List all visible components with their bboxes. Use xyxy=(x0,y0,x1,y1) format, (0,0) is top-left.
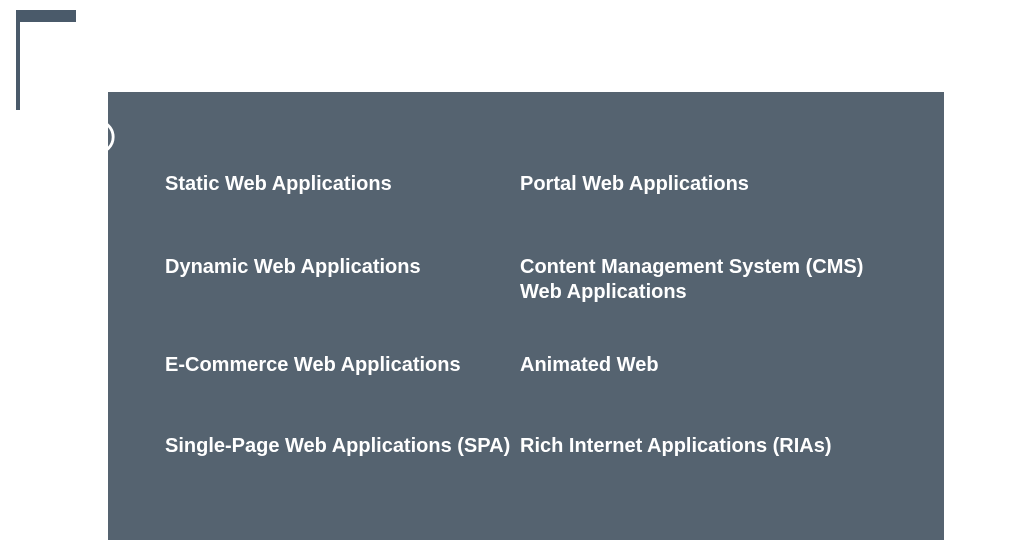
item-left-1: Static Web Applications xyxy=(165,172,520,197)
arrow-up-circle-icon xyxy=(78,118,116,156)
item-right-1: Portal Web Applications xyxy=(520,172,880,197)
item-left-3: E-Commerce Web Applications xyxy=(165,353,520,378)
item-right-2: Content Management System (CMS) Web Appl… xyxy=(520,255,880,305)
left-accent-bar xyxy=(16,10,20,110)
items-grid: Static Web Applications Portal Web Appli… xyxy=(165,172,885,459)
item-right-3: Animated Web xyxy=(520,353,880,378)
item-right-4: Rich Internet Applications (RIAs) xyxy=(520,434,880,459)
slide-stage: Static Web Applications Portal Web Appli… xyxy=(0,0,1028,559)
item-left-2: Dynamic Web Applications xyxy=(165,255,520,305)
top-accent-bar xyxy=(16,10,76,22)
item-left-4: Single-Page Web Applications (SPA) xyxy=(165,434,520,459)
